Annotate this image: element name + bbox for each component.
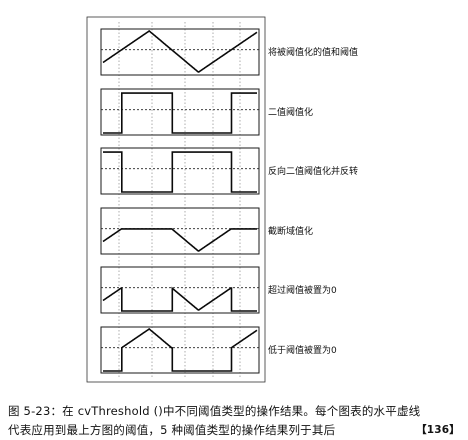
signal-curve (103, 151, 257, 193)
panel-label: 将被阈值化的值和阈值 (268, 46, 358, 58)
caption-line-2: 代表应用到最上方图的阈值，5 种阈值类型的操作结果列于其后 【136】 (8, 421, 460, 440)
panel-tozero: 低于阈值被置为0 (100, 326, 337, 374)
panel-label: 反向二值阈值化并反转 (268, 165, 358, 177)
panel-label: 截断域值化 (268, 225, 313, 237)
panel-label: 低于阈值被置为0 (268, 344, 337, 356)
panel-trunc: 截断域值化 (100, 207, 313, 255)
panel-frame (100, 266, 260, 314)
threshold-panels: 将被阈值化的值和阈值二值阈值化反向二值阈值化并反转截断域值化超过阈值被置为0 低于… (100, 28, 358, 374)
panel-source: 将被阈值化的值和阈值 (100, 28, 358, 76)
panel-frame (100, 147, 260, 195)
caption-line-1: 图 5-23：在 cvThreshold ()中不同阈值类型的操作结果。每个图表… (8, 404, 421, 418)
page-number: 【136】 (416, 424, 460, 436)
signal-curve (102, 286, 257, 312)
panel-frame (100, 28, 260, 76)
panel-frame (100, 207, 260, 255)
panel-tozero_inv: 超过阈值被置为0 (100, 266, 337, 314)
panel-label: 超过阈值被置为0 (268, 284, 337, 296)
panel-label: 二值阈值化 (268, 106, 313, 118)
threshold-figure: 将被阈值化的值和阈值二值阈值化反向二值阈值化并反转截断域值化超过阈值被置为0 低于… (86, 16, 358, 383)
panel-frame (100, 88, 260, 136)
signal-curve (102, 228, 257, 252)
signal-curve (103, 92, 257, 134)
figure-caption: 图 5-23：在 cvThreshold ()中不同阈值类型的操作结果。每个图表… (8, 402, 460, 440)
panel-binary_inv: 反向二值阈值化并反转 (100, 147, 358, 195)
panel-frame (100, 326, 260, 374)
caption-line-2-text: 代表应用到最上方图的阈值，5 种阈值类型的操作结果列于其后 (8, 423, 336, 437)
panel-binary: 二值阈值化 (100, 88, 313, 136)
signal-curve (102, 30, 258, 73)
signal-curve (103, 328, 258, 372)
